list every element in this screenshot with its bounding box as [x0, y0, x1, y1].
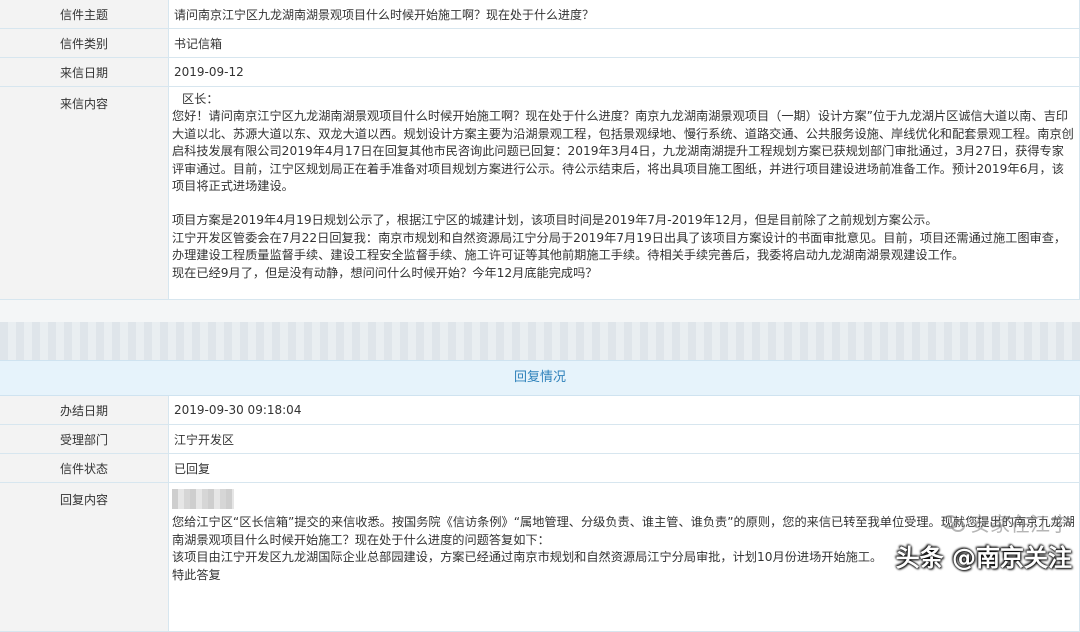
category-value: 书记信箱 [168, 28, 1080, 58]
content-greeting: 区长： [182, 92, 219, 106]
content-label: 来信内容 [0, 86, 169, 300]
date-value: 2019-09-12 [168, 57, 1080, 87]
subject-label: 信件主题 [0, 0, 169, 29]
handle-date-label: 办结日期 [0, 396, 169, 425]
content-paragraph-1: 您好！请问南京江宁区九龙湖南湖景观项目什么时候开始施工啊？现在处于什么进度？南京… [172, 109, 1074, 194]
content-paragraph-2: 项目方案是2019年4月19日规划公示了，根据江宁区的城建计划，该项目时间是20… [172, 213, 938, 228]
letter-content: 区长： 您好！请问南京江宁区九龙湖南湖景观项目什么时候开始施工啊？现在处于什么进… [168, 86, 1080, 300]
reply-table: 办结日期 2019-09-30 09:18:04 受理部门 江宁开发区 信件状态… [0, 396, 1080, 632]
wechat-icon [942, 514, 965, 532]
status-label: 信件状态 [0, 453, 169, 483]
handle-date-value: 2019-09-30 09:18:04 [168, 396, 1080, 425]
row-date: 来信日期 2019-09-12 [0, 57, 1080, 87]
row-subject: 信件主题 请问南京江宁区九龙湖南湖景观项目什么时候开始施工啊？现在处于什么进度？ [0, 0, 1080, 29]
date-label: 来信日期 [0, 57, 169, 87]
content-paragraph-3: 江宁开发区管委会在7月22日回复我：南京市规划和自然资源局江宁分局于2019年7… [172, 230, 1067, 263]
redacted-name [172, 489, 234, 509]
status-value: 已回复 [168, 453, 1080, 483]
dept-label: 受理部门 [0, 424, 169, 454]
dept-value: 江宁开发区 [168, 424, 1080, 454]
brand-watermark: 头条 @南京关注 [895, 544, 1072, 572]
account-watermark-text: 安家在江宁 [970, 512, 1070, 536]
content-paragraph-4: 现在已经9月了，但是没有动静，想问问什么时候开始？今年12月底能完成吗？ [172, 265, 598, 280]
reply-section-title: 回复情况 [0, 360, 1080, 396]
separator-band [0, 300, 1080, 360]
category-label: 信件类别 [0, 28, 169, 58]
account-watermark: 安家在江宁 [942, 508, 1070, 537]
reply-content-label: 回复内容 [0, 482, 169, 632]
row-status: 信件状态 已回复 [0, 453, 1080, 483]
row-handle-date: 办结日期 2019-09-30 09:18:04 [0, 396, 1080, 425]
subject-value: 请问南京江宁区九龙湖南湖景观项目什么时候开始施工啊？现在处于什么进度？ [168, 0, 1080, 29]
letter-table: 信件主题 请问南京江宁区九龙湖南湖景观项目什么时候开始施工啊？现在处于什么进度？… [0, 0, 1080, 300]
row-category: 信件类别 书记信箱 [0, 28, 1080, 58]
row-content: 来信内容 区长： 您好！请问南京江宁区九龙湖南湖景观项目什么时候开始施工啊？现在… [0, 86, 1080, 300]
row-dept: 受理部门 江宁开发区 [0, 424, 1080, 454]
